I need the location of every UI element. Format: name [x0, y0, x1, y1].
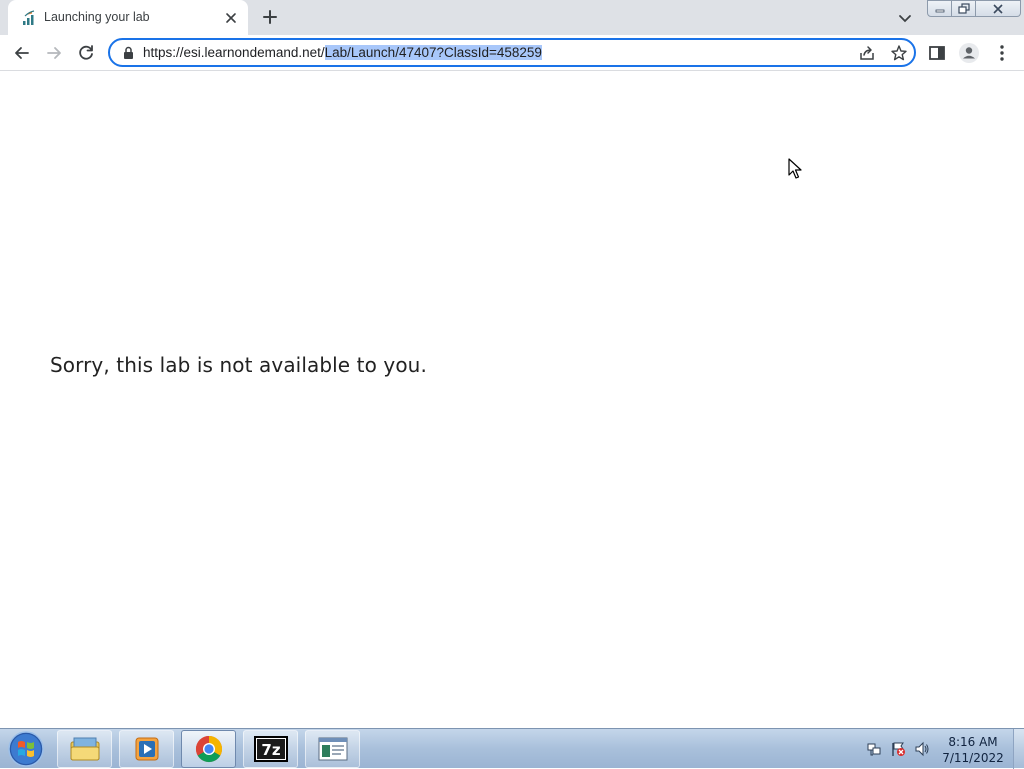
tab-launching-your-lab[interactable]: Launching your lab: [8, 0, 248, 35]
taskbar-media-player-button[interactable]: [119, 730, 174, 768]
reload-icon[interactable]: [75, 42, 97, 64]
7zip-label: 7z: [261, 741, 280, 759]
clock-date: 7/11/2022: [942, 751, 1004, 765]
signal-bars-icon: [23, 10, 35, 25]
url-text[interactable]: https://esi.learnondemand.net/Lab/Launch…: [143, 45, 542, 60]
system-clock[interactable]: 8:16 AM 7/11/2022: [938, 734, 1008, 766]
more-menu-icon[interactable]: [991, 42, 1013, 64]
unavailable-message: Sorry, this lab is not available to you.: [50, 353, 427, 377]
taskbar-app-window-button[interactable]: [305, 730, 360, 768]
restore-button[interactable]: [952, 0, 976, 17]
window-controls: [927, 0, 1024, 18]
profile-avatar-icon[interactable]: [958, 42, 980, 64]
windows-explorer-icon: [70, 737, 99, 761]
show-desktop-button[interactable]: [1013, 729, 1024, 769]
volume-icon[interactable]: [914, 741, 930, 757]
windows-start-icon[interactable]: [6, 730, 46, 768]
close-window-button[interactable]: [976, 0, 1021, 17]
tab-title: Launching your lab: [44, 10, 150, 24]
network-icon[interactable]: [866, 741, 882, 757]
app-window-icon: [318, 737, 347, 761]
chevron-down-icon[interactable]: [896, 9, 914, 27]
lock-icon[interactable]: [122, 46, 135, 60]
browser-toolbar: https://esi.learnondemand.net/Lab/Launch…: [0, 35, 1024, 71]
minimize-button[interactable]: [927, 0, 952, 17]
7zip-icon: 7z: [253, 736, 288, 762]
url-path-selected: Lab/Launch/47407?ClassId=458259: [324, 45, 542, 60]
taskbar-7zip-button[interactable]: 7z: [243, 730, 298, 768]
new-tab-icon[interactable]: [260, 7, 280, 27]
bookmark-star-icon[interactable]: [890, 44, 908, 62]
share-icon[interactable]: [858, 44, 876, 62]
mouse-pointer-icon: [788, 158, 802, 179]
side-panel-icon[interactable]: [926, 42, 948, 64]
chrome-icon: [195, 735, 222, 763]
tab-strip: Launching your lab: [0, 0, 1024, 35]
media-player-icon: [135, 737, 158, 761]
taskbar-explorer-button[interactable]: [57, 730, 112, 768]
back-arrow-icon[interactable]: [11, 42, 33, 64]
forward-arrow-icon[interactable]: [43, 42, 65, 64]
clock-time: 8:16 AM: [948, 735, 998, 749]
close-icon: [993, 3, 1003, 14]
close-tab-icon[interactable]: [222, 9, 240, 27]
windows-taskbar: 7z 8:16 AM 7/11/2022: [0, 728, 1024, 769]
minimize-icon: [935, 9, 944, 12]
restore-icon: [957, 2, 970, 14]
taskbar-chrome-button[interactable]: [181, 730, 236, 768]
action-center-flag-icon[interactable]: [890, 741, 906, 757]
page-content: Sorry, this lab is not available to you.: [0, 72, 1024, 728]
url-host: https://esi.learnondemand.net/: [143, 45, 325, 60]
address-bar[interactable]: https://esi.learnondemand.net/Lab/Launch…: [108, 38, 916, 67]
